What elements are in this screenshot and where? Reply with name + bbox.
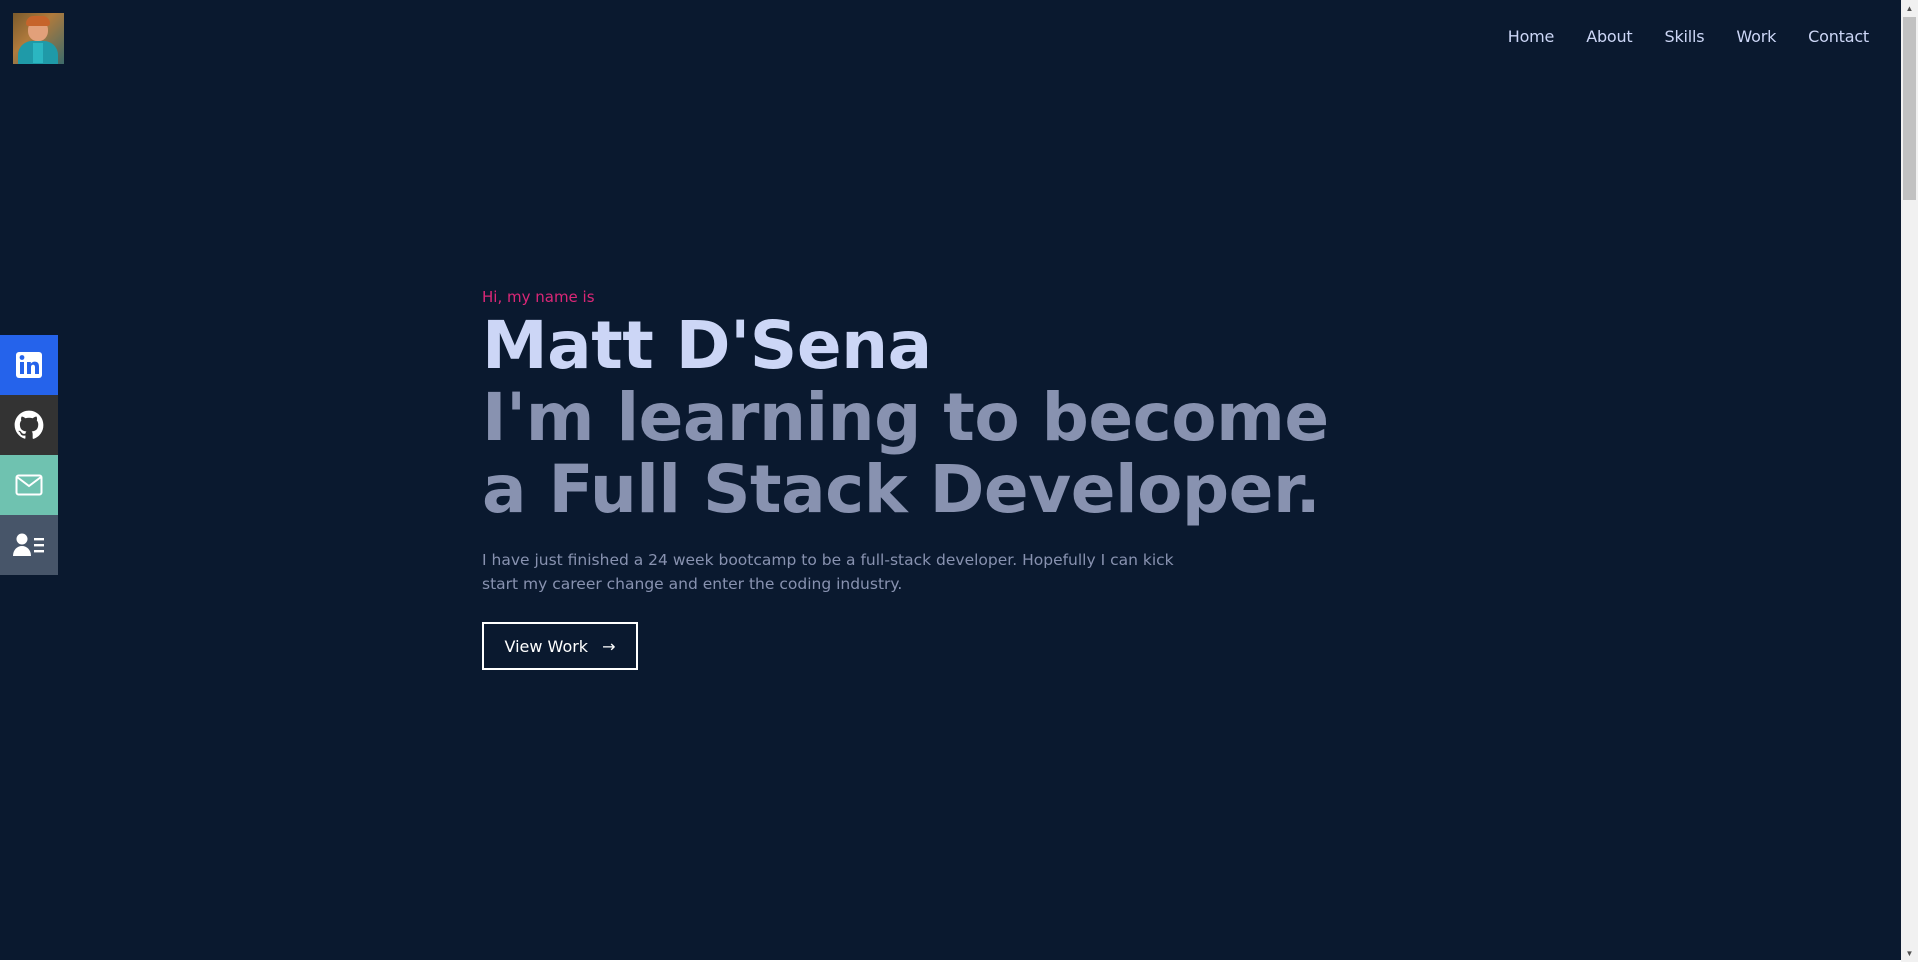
scroll-down-icon[interactable]: ▼ bbox=[1901, 945, 1918, 962]
social-sidebar bbox=[0, 335, 58, 575]
github-link[interactable] bbox=[0, 395, 58, 455]
mail-link[interactable] bbox=[0, 455, 58, 515]
nav-work[interactable]: Work bbox=[1736, 27, 1776, 46]
linkedin-icon bbox=[16, 352, 42, 378]
hero-tagline: I'm learning to become a Full Stack Deve… bbox=[482, 379, 1329, 528]
mail-icon bbox=[15, 474, 43, 496]
nav-contact[interactable]: Contact bbox=[1808, 27, 1869, 46]
resume-icon bbox=[13, 533, 44, 556]
hero-intro: Hi, my name is bbox=[482, 288, 595, 306]
nav-home[interactable]: Home bbox=[1508, 27, 1555, 46]
avatar[interactable] bbox=[13, 13, 64, 64]
hero-section: Hi, my name is Matt D'Sena I'm learning … bbox=[482, 288, 1382, 670]
view-work-button[interactable]: View Work → bbox=[482, 622, 638, 670]
hero-description: I have just finished a 24 week bootcamp … bbox=[482, 551, 1174, 593]
resume-link[interactable] bbox=[0, 515, 58, 575]
avatar-shirt-stripe bbox=[33, 43, 43, 63]
linkedin-link[interactable] bbox=[0, 335, 58, 395]
scroll-up-icon[interactable]: ▲ bbox=[1901, 0, 1918, 17]
github-icon bbox=[14, 410, 44, 439]
page: Home About Skills Work Contact Hi, my na… bbox=[0, 0, 1901, 960]
main-nav: Home About Skills Work Contact bbox=[1476, 27, 1869, 46]
hero-name: Matt D'Sena bbox=[482, 307, 932, 384]
scrollbar-thumb[interactable] bbox=[1903, 17, 1916, 200]
arrow-right-icon: → bbox=[602, 636, 616, 656]
scrollbar[interactable]: ▲ ▼ bbox=[1901, 0, 1918, 962]
nav-skills[interactable]: Skills bbox=[1665, 27, 1705, 46]
avatar-hair bbox=[26, 16, 50, 26]
nav-about[interactable]: About bbox=[1586, 27, 1633, 46]
view-work-label: View Work bbox=[504, 636, 589, 656]
